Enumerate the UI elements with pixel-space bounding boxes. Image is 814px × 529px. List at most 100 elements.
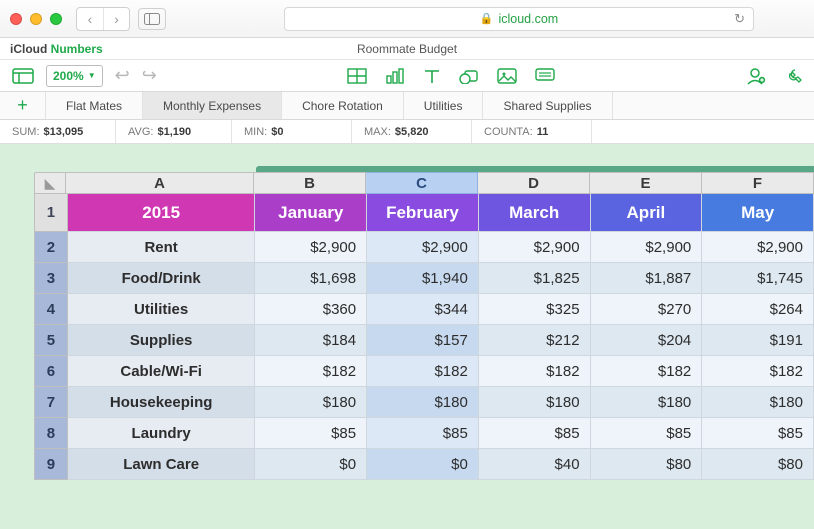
undo-button[interactable]: ↩ bbox=[115, 65, 130, 86]
value-cell[interactable]: $2,900 bbox=[702, 232, 814, 263]
month-header-cell[interactable]: February bbox=[367, 194, 479, 232]
column-header[interactable]: F bbox=[702, 172, 814, 194]
value-cell[interactable]: $85 bbox=[367, 418, 479, 449]
sheet-canvas[interactable]: ◣ ABCDEF 12015JanuaryFebruaryMarchAprilM… bbox=[0, 144, 814, 529]
row-header[interactable]: 4 bbox=[34, 294, 68, 325]
value-cell[interactable]: $1,745 bbox=[702, 263, 814, 294]
app-name[interactable]: iCloud Numbers bbox=[0, 42, 103, 56]
collaborate-button[interactable] bbox=[746, 67, 766, 85]
value-cell[interactable]: $182 bbox=[702, 356, 814, 387]
value-cell[interactable]: $204 bbox=[591, 325, 703, 356]
sheet-tab[interactable]: Chore Rotation bbox=[282, 92, 404, 119]
select-all-corner[interactable]: ◣ bbox=[34, 172, 66, 194]
row-header[interactable]: 9 bbox=[34, 449, 68, 480]
value-cell[interactable]: $2,900 bbox=[479, 232, 591, 263]
sheet-tab[interactable]: Monthly Expenses bbox=[143, 92, 282, 119]
zoom-select[interactable]: 200%▼ bbox=[46, 65, 103, 87]
minimize-window-button[interactable] bbox=[30, 13, 42, 25]
value-cell[interactable]: $1,887 bbox=[591, 263, 703, 294]
value-cell[interactable]: $182 bbox=[255, 356, 367, 387]
back-button[interactable]: ‹ bbox=[77, 8, 103, 30]
value-cell[interactable]: $180 bbox=[367, 387, 479, 418]
value-cell[interactable]: $80 bbox=[702, 449, 814, 480]
row-header[interactable]: 7 bbox=[34, 387, 68, 418]
value-cell[interactable]: $184 bbox=[255, 325, 367, 356]
category-cell[interactable]: Supplies bbox=[68, 325, 255, 356]
month-header-cell[interactable]: March bbox=[479, 194, 591, 232]
month-header-cell[interactable]: April bbox=[591, 194, 703, 232]
column-header[interactable]: E bbox=[590, 172, 702, 194]
value-cell[interactable]: $2,900 bbox=[591, 232, 703, 263]
value-cell[interactable]: $80 bbox=[591, 449, 703, 480]
stat-max[interactable]: MAX: $5,820 bbox=[352, 120, 472, 143]
stat-counta[interactable]: COUNTA: 11 bbox=[472, 120, 592, 143]
fullscreen-window-button[interactable] bbox=[50, 13, 62, 25]
row-header[interactable]: 1 bbox=[34, 194, 68, 232]
reload-button[interactable]: ↻ bbox=[734, 11, 745, 27]
insert-shape-button[interactable] bbox=[459, 68, 479, 84]
address-bar[interactable]: 🔒 icloud.com ↻ bbox=[284, 7, 754, 31]
column-header[interactable]: A bbox=[66, 172, 254, 194]
year-header-cell[interactable]: 2015 bbox=[68, 194, 255, 232]
category-cell[interactable]: Rent bbox=[68, 232, 255, 263]
category-cell[interactable]: Food/Drink bbox=[68, 263, 255, 294]
value-cell[interactable]: $264 bbox=[702, 294, 814, 325]
month-header-cell[interactable]: May bbox=[702, 194, 814, 232]
insert-media-button[interactable] bbox=[497, 68, 517, 84]
value-cell[interactable]: $85 bbox=[591, 418, 703, 449]
value-cell[interactable]: $1,940 bbox=[367, 263, 479, 294]
row-header[interactable]: 8 bbox=[34, 418, 68, 449]
insert-chart-button[interactable] bbox=[385, 68, 405, 84]
stat-sum[interactable]: SUM: $13,095 bbox=[0, 120, 116, 143]
value-cell[interactable]: $1,698 bbox=[255, 263, 367, 294]
month-header-cell[interactable]: January bbox=[255, 194, 367, 232]
value-cell[interactable]: $270 bbox=[591, 294, 703, 325]
sheet-tab[interactable]: Flat Mates bbox=[46, 92, 143, 119]
column-header[interactable]: D bbox=[478, 172, 590, 194]
value-cell[interactable]: $212 bbox=[479, 325, 591, 356]
column-header[interactable]: B bbox=[254, 172, 366, 194]
value-cell[interactable]: $180 bbox=[255, 387, 367, 418]
value-cell[interactable]: $2,900 bbox=[367, 232, 479, 263]
format-button[interactable] bbox=[782, 67, 802, 85]
value-cell[interactable]: $180 bbox=[479, 387, 591, 418]
column-header[interactable]: C bbox=[366, 172, 478, 194]
forward-button[interactable]: › bbox=[103, 8, 129, 30]
value-cell[interactable]: $1,825 bbox=[479, 263, 591, 294]
redo-button[interactable]: ↪ bbox=[142, 65, 157, 86]
value-cell[interactable]: $180 bbox=[702, 387, 814, 418]
value-cell[interactable]: $182 bbox=[479, 356, 591, 387]
view-button[interactable] bbox=[12, 68, 34, 84]
value-cell[interactable]: $344 bbox=[367, 294, 479, 325]
sidebar-toggle-button[interactable] bbox=[138, 8, 166, 30]
value-cell[interactable]: $2,900 bbox=[255, 232, 367, 263]
value-cell[interactable]: $182 bbox=[367, 356, 479, 387]
value-cell[interactable]: $180 bbox=[591, 387, 703, 418]
category-cell[interactable]: Cable/Wi-Fi bbox=[68, 356, 255, 387]
row-header[interactable]: 2 bbox=[34, 232, 68, 263]
category-cell[interactable]: Housekeeping bbox=[68, 387, 255, 418]
value-cell[interactable]: $85 bbox=[479, 418, 591, 449]
insert-table-button[interactable] bbox=[347, 68, 367, 84]
insert-comment-button[interactable] bbox=[535, 68, 555, 84]
sheet-tab[interactable]: Utilities bbox=[404, 92, 484, 119]
category-cell[interactable]: Lawn Care bbox=[68, 449, 255, 480]
stat-min[interactable]: MIN: $0 bbox=[232, 120, 352, 143]
insert-text-button[interactable] bbox=[423, 68, 441, 84]
category-cell[interactable]: Utilities bbox=[68, 294, 255, 325]
stat-avg[interactable]: AVG: $1,190 bbox=[116, 120, 232, 143]
value-cell[interactable]: $85 bbox=[702, 418, 814, 449]
row-header[interactable]: 5 bbox=[34, 325, 68, 356]
value-cell[interactable]: $0 bbox=[367, 449, 479, 480]
value-cell[interactable]: $182 bbox=[591, 356, 703, 387]
value-cell[interactable]: $191 bbox=[702, 325, 814, 356]
value-cell[interactable]: $85 bbox=[255, 418, 367, 449]
value-cell[interactable]: $40 bbox=[479, 449, 591, 480]
value-cell[interactable]: $325 bbox=[479, 294, 591, 325]
value-cell[interactable]: $157 bbox=[367, 325, 479, 356]
add-sheet-button[interactable]: + bbox=[0, 92, 46, 119]
row-header[interactable]: 6 bbox=[34, 356, 68, 387]
value-cell[interactable]: $0 bbox=[255, 449, 367, 480]
row-header[interactable]: 3 bbox=[34, 263, 68, 294]
sheet-tab[interactable]: Shared Supplies bbox=[483, 92, 612, 119]
